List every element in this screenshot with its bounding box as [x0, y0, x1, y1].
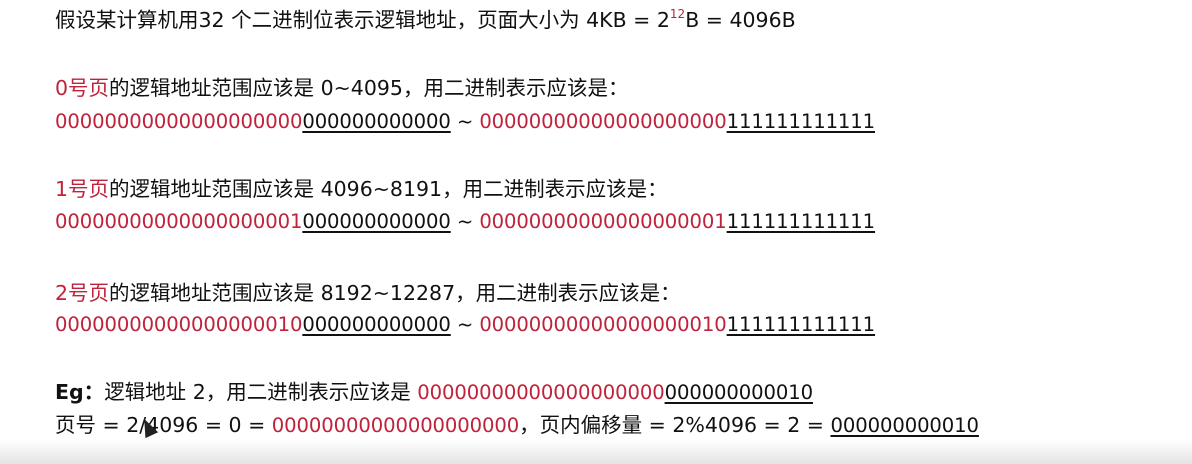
offset-bits: 000000000010 — [830, 414, 980, 437]
page0-end-offset-bits: 111111111111 — [726, 110, 876, 133]
page-number-calc: 页号 = 2/4096 = 0 = — [55, 413, 272, 437]
page1-heading: 1号页的逻辑地址范围应该是 4096~8191，用二进制表示应该是： — [55, 175, 668, 203]
page1-start-offset-bits: 000000000000 — [302, 210, 451, 233]
intro-text: 假设某计算机用32 个二进制位表示逻辑地址，页面大小为 4KB = 2 — [55, 8, 670, 32]
page1-start-page-bits: 00000000000000000001 — [55, 210, 303, 233]
page0-start-offset-bits: 000000000000 — [302, 110, 451, 133]
page0-range-sep: ~ — [450, 110, 480, 133]
page1-desc: 的逻辑地址范围应该是 4096~8191，用二进制表示应该是： — [109, 177, 668, 201]
page1-label: 1号页 — [55, 177, 110, 201]
intro-line: 假设某计算机用32 个二进制位表示逻辑地址，页面大小为 4KB = 212B =… — [55, 6, 796, 34]
page2-end-offset-bits: 111111111111 — [726, 313, 876, 336]
intro-exponent: 12 — [669, 7, 686, 21]
page2-start-offset-bits: 000000000000 — [302, 313, 451, 336]
intro-rest: B = 4096B — [685, 8, 796, 32]
page1-end-offset-bits: 111111111111 — [726, 210, 876, 233]
page0-end-page-bits: 00000000000000000000 — [479, 110, 727, 133]
page2-desc: 的逻辑地址范围应该是 8192~12287，用二进制表示应该是： — [109, 281, 681, 305]
page2-end-page-bits: 00000000000000000010 — [479, 313, 727, 336]
bottom-shadow — [0, 440, 1192, 464]
page1-binary-range: 00000000000000000001000000000000 ~ 00000… — [55, 208, 875, 236]
page2-start-page-bits: 00000000000000000010 — [55, 313, 303, 336]
page0-desc: 的逻辑地址范围应该是 0~4095，用二进制表示应该是： — [109, 76, 629, 100]
offset-calc: ，页内偏移量 = 2%4096 = 2 = — [519, 413, 831, 437]
page0-start-page-bits: 00000000000000000000 — [55, 110, 303, 133]
page0-heading: 0号页的逻辑地址范围应该是 0~4095，用二进制表示应该是： — [55, 74, 628, 102]
example-offset-bits: 000000000010 — [664, 381, 814, 404]
example-line: Eg：逻辑地址 2，用二进制表示应该是 00000000000000000000… — [55, 378, 813, 407]
page2-label: 2号页 — [55, 281, 110, 305]
calc-line: 页号 = 2/4096 = 0 = 00000000000000000000，页… — [55, 411, 979, 440]
example-page-bits: 00000000000000000000 — [417, 381, 665, 404]
page1-end-page-bits: 00000000000000000001 — [479, 210, 727, 233]
page1-range-sep: ~ — [450, 210, 480, 233]
example-prefix: Eg： — [55, 380, 105, 404]
page-number-bits: 00000000000000000000 — [271, 414, 520, 437]
page2-binary-range: 00000000000000000010000000000000 ~ 00000… — [55, 311, 875, 339]
example-text: 逻辑地址 2，用二进制表示应该是 — [104, 380, 418, 404]
page2-heading: 2号页的逻辑地址范围应该是 8192~12287，用二进制表示应该是： — [55, 279, 681, 307]
page2-range-sep: ~ — [450, 313, 480, 336]
page0-binary-range: 00000000000000000000000000000000 ~ 00000… — [55, 108, 875, 136]
page0-label: 0号页 — [55, 76, 110, 100]
